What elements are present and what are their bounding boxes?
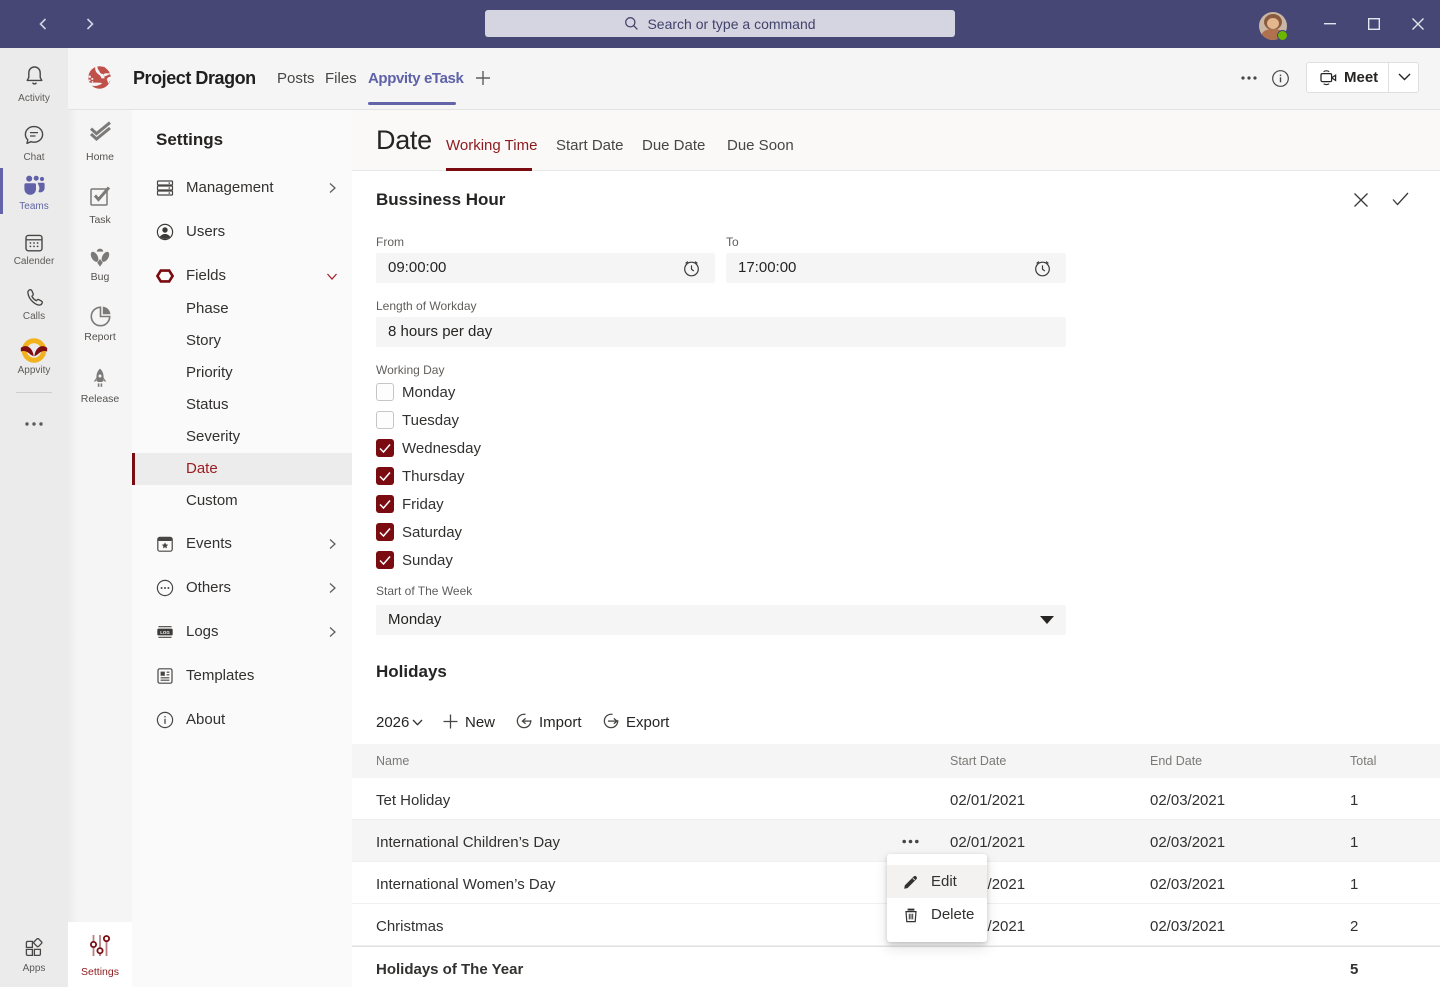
svg-text:LOG: LOG xyxy=(160,630,170,635)
